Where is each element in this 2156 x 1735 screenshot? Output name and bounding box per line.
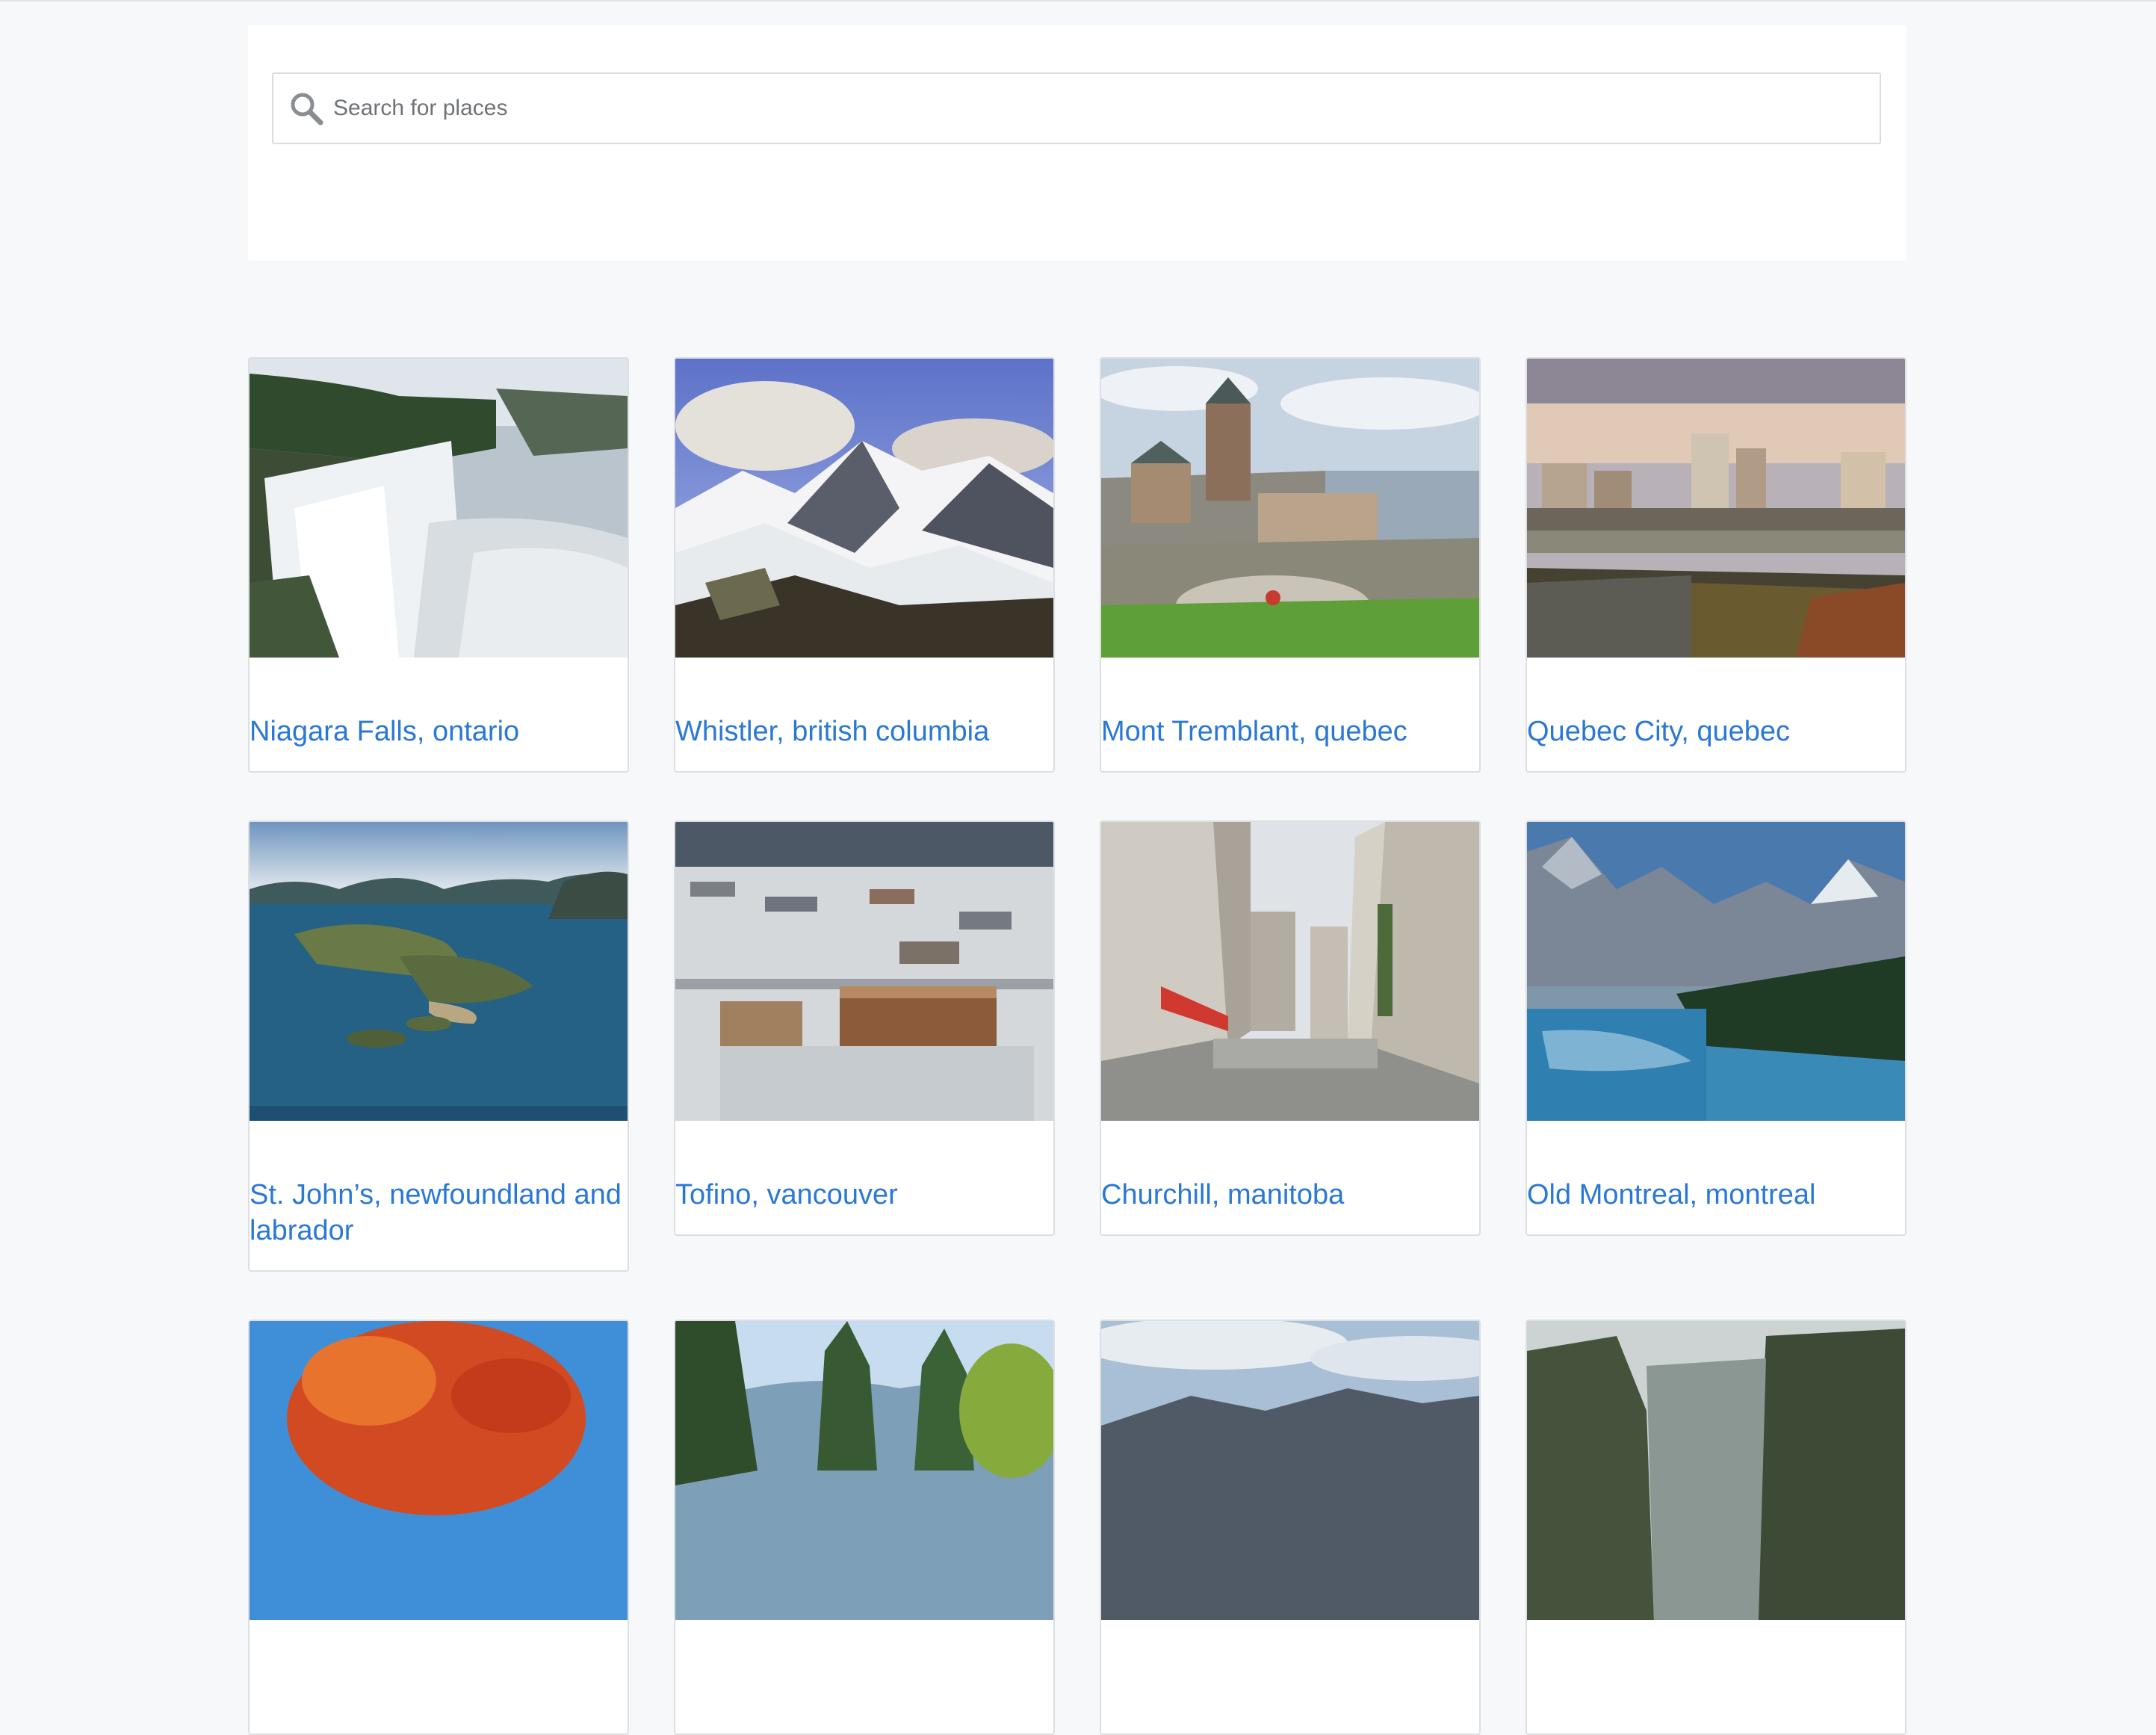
city-skyline-bridge-photo (1527, 359, 1905, 658)
place-title[interactable]: St. John’s, newfoundland and labrador (250, 1177, 623, 1249)
islands-aerial-photo (250, 822, 628, 1121)
search-icon (288, 90, 324, 126)
place-card[interactable]: Churchill, manitoba (1100, 820, 1481, 1236)
place-card[interactable] (674, 1320, 1055, 1735)
place-card[interactable]: Tofino, vancouver (674, 820, 1055, 1236)
search-panel (248, 25, 1906, 261)
waterfall-photo (250, 359, 628, 658)
place-card[interactable] (1100, 1320, 1481, 1735)
place-title[interactable]: Old Montreal, montreal (1527, 1177, 1901, 1213)
chateau-city-photo (1101, 359, 1479, 658)
place-title[interactable]: Mont Tremblant, quebec (1101, 714, 1475, 749)
place-title[interactable]: Whistler, british columbia (675, 714, 1049, 749)
snowy-mountains-photo (675, 359, 1053, 658)
top-border (0, 0, 2156, 1)
place-card[interactable]: Quebec City, quebec (1525, 357, 1906, 773)
place-card[interactable] (248, 1320, 629, 1735)
place-card[interactable]: St. John’s, newfoundland and labrador (248, 820, 629, 1272)
search-input[interactable] (333, 74, 1865, 143)
place-card[interactable]: Old Montreal, montreal (1525, 820, 1906, 1236)
place-card[interactable]: Mont Tremblant, quebec (1100, 357, 1481, 773)
place-title[interactable]: Quebec City, quebec (1527, 714, 1901, 749)
fjord-cliffs-photo (1527, 1321, 1905, 1620)
place-title[interactable]: Churchill, manitoba (1101, 1177, 1475, 1213)
search-box[interactable] (272, 72, 1881, 144)
forest-hills-photo (675, 1321, 1053, 1620)
old-street-photo (1101, 822, 1479, 1121)
place-card[interactable]: Niagara Falls, ontario (248, 357, 629, 773)
place-card[interactable]: Whistler, british columbia (674, 357, 1055, 773)
place-title[interactable]: Niagara Falls, ontario (250, 714, 623, 749)
place-card[interactable] (1525, 1320, 1906, 1735)
cloudy-mountains-photo (1101, 1321, 1479, 1620)
place-title[interactable]: Tofino, vancouver (675, 1177, 1049, 1213)
autumn-tree-photo (250, 1321, 628, 1620)
snowy-town-aerial-photo (675, 822, 1053, 1121)
mountain-lake-photo (1527, 822, 1905, 1121)
